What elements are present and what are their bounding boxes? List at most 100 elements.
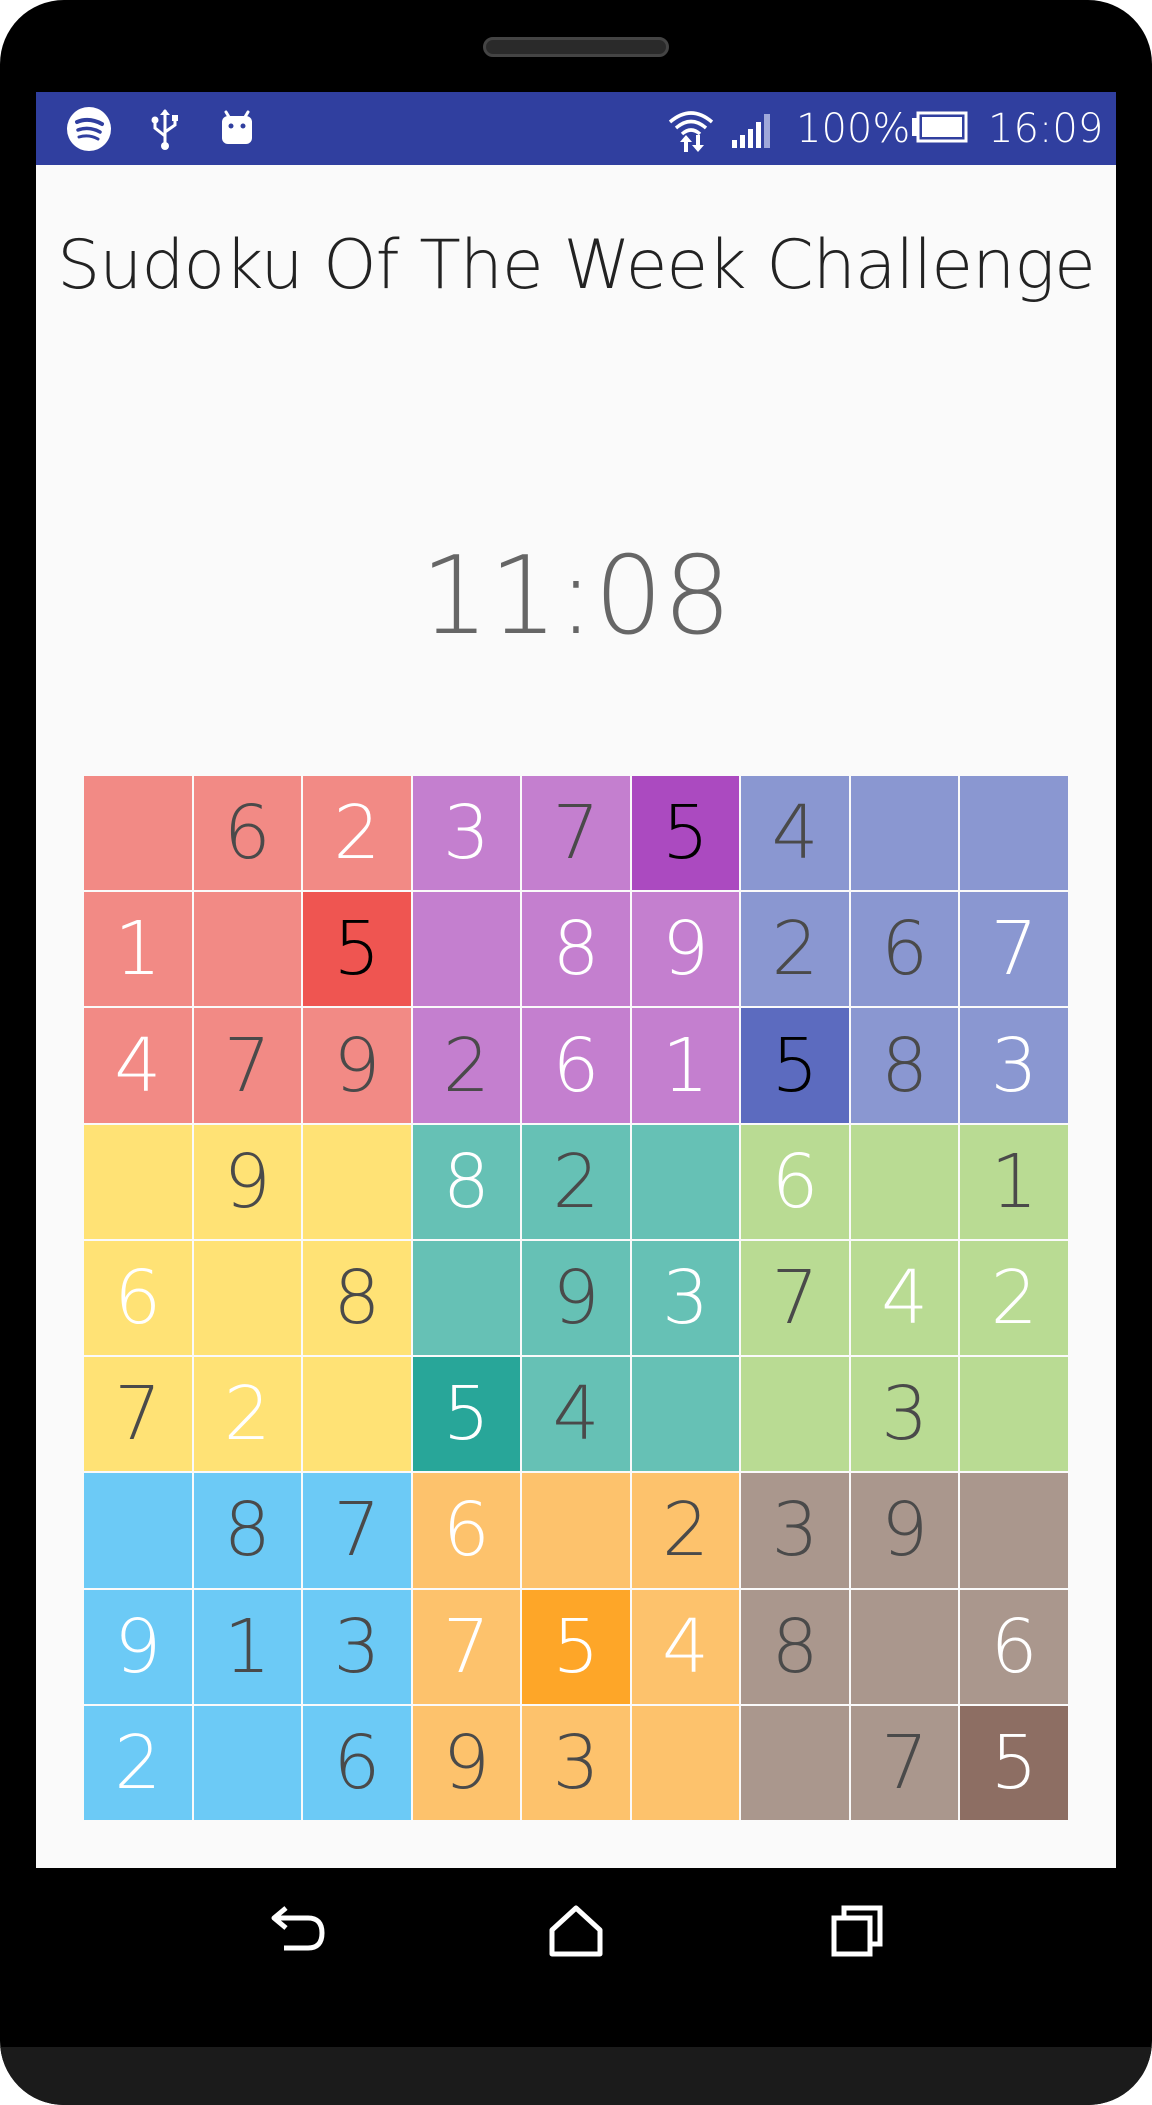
- sudoku-cell-r6-c7[interactable]: [741, 1357, 849, 1472]
- sudoku-cell-r8-c7[interactable]: 8: [741, 1589, 849, 1704]
- sudoku-cell-r2-c9[interactable]: 7: [960, 892, 1068, 1007]
- sudoku-cell-r9-c5[interactable]: 3: [522, 1705, 630, 1820]
- sudoku-cell-r4-c4[interactable]: 8: [412, 1124, 521, 1239]
- sudoku-cell-r9-c8[interactable]: 7: [850, 1705, 959, 1820]
- sudoku-cell-r5-c9[interactable]: 2: [960, 1240, 1068, 1356]
- clock: 16:09: [988, 106, 1104, 152]
- sudoku-cell-r4-c5[interactable]: 2: [522, 1124, 630, 1239]
- home-icon[interactable]: [536, 1892, 616, 1972]
- sudoku-cell-r2-c1[interactable]: 1: [84, 892, 192, 1007]
- sudoku-cell-r6-c4[interactable]: 5: [412, 1357, 521, 1472]
- sudoku-cell-r2-c4[interactable]: [412, 892, 521, 1007]
- sudoku-cell-r7-c1[interactable]: [84, 1473, 192, 1588]
- sudoku-cell-r7-c7[interactable]: 3: [741, 1473, 849, 1588]
- sudoku-cell-r2-c5[interactable]: 8: [522, 892, 630, 1007]
- sudoku-board: 6237541589267479261583982616893742725438…: [84, 776, 1068, 1820]
- sudoku-cell-r5-c7[interactable]: 7: [741, 1240, 849, 1356]
- sudoku-cell-r1-c9[interactable]: [960, 776, 1068, 891]
- sudoku-cell-r8-c8[interactable]: [850, 1589, 959, 1704]
- sudoku-cell-r1-c3[interactable]: 2: [303, 776, 411, 891]
- sudoku-cell-r2-c6[interactable]: 9: [631, 892, 740, 1007]
- sudoku-cell-r5-c4[interactable]: [412, 1240, 521, 1356]
- sudoku-cell-r3-c1[interactable]: 4: [84, 1008, 192, 1123]
- sudoku-cell-r6-c9[interactable]: [960, 1357, 1068, 1472]
- sudoku-cell-r2-c7[interactable]: 2: [741, 892, 849, 1007]
- sudoku-cell-r6-c3[interactable]: [303, 1357, 411, 1472]
- phone-chin: [0, 2047, 1152, 2105]
- sudoku-cell-r5-c6[interactable]: 3: [631, 1240, 740, 1356]
- sudoku-cell-r8-c1[interactable]: 9: [84, 1589, 192, 1704]
- phone-frame: 100% 16:09 Sudoku Of The Week Challenge …: [0, 0, 1152, 2105]
- sudoku-cell-r9-c2[interactable]: [193, 1705, 302, 1820]
- sudoku-cell-r9-c4[interactable]: 9: [412, 1705, 521, 1820]
- spotify-icon: [67, 107, 111, 151]
- sudoku-cell-r9-c7[interactable]: [741, 1705, 849, 1820]
- sudoku-cell-r4-c1[interactable]: [84, 1124, 192, 1239]
- sudoku-cell-r1-c2[interactable]: 6: [193, 776, 302, 891]
- sudoku-cell-r9-c3[interactable]: 6: [303, 1705, 411, 1820]
- sudoku-cell-r3-c6[interactable]: 1: [631, 1008, 740, 1123]
- recents-icon[interactable]: [816, 1892, 896, 1972]
- sudoku-cell-r6-c1[interactable]: 7: [84, 1357, 192, 1472]
- sudoku-cell-r8-c4[interactable]: 7: [412, 1589, 521, 1704]
- sudoku-cell-r8-c2[interactable]: 1: [193, 1589, 302, 1704]
- sudoku-cell-r5-c5[interactable]: 9: [522, 1240, 630, 1356]
- sudoku-cell-r9-c9[interactable]: 5: [960, 1705, 1068, 1820]
- sudoku-cell-r7-c9[interactable]: [960, 1473, 1068, 1588]
- sudoku-cell-r4-c2[interactable]: 9: [193, 1124, 302, 1239]
- sudoku-cell-r7-c6[interactable]: 2: [631, 1473, 740, 1588]
- android-icon: [222, 110, 252, 144]
- sudoku-cell-r7-c3[interactable]: 7: [303, 1473, 411, 1588]
- page-title-text: Sudoku Of The Week Challenge: [57, 226, 1096, 305]
- sudoku-cell-r6-c8[interactable]: 3: [850, 1357, 959, 1472]
- sudoku-cell-r8-c9[interactable]: 6: [960, 1589, 1068, 1704]
- back-icon[interactable]: [256, 1892, 336, 1972]
- sudoku-cell-r3-c5[interactable]: 6: [522, 1008, 630, 1123]
- sudoku-cell-r6-c2[interactable]: 2: [193, 1357, 302, 1472]
- sudoku-cell-r4-c6[interactable]: [631, 1124, 740, 1239]
- sudoku-cell-r4-c9[interactable]: 1: [960, 1124, 1068, 1239]
- sudoku-cell-r2-c2[interactable]: [193, 892, 302, 1007]
- earpiece-speaker: [483, 37, 669, 57]
- sudoku-cell-r3-c2[interactable]: 7: [193, 1008, 302, 1123]
- sudoku-cell-r4-c3[interactable]: [303, 1124, 411, 1239]
- usb-icon: [151, 109, 178, 150]
- battery-percent: 100%: [796, 106, 911, 152]
- sudoku-cell-r5-c3[interactable]: 8: [303, 1240, 411, 1356]
- sudoku-cell-r1-c8[interactable]: [850, 776, 959, 891]
- sudoku-cell-r7-c2[interactable]: 8: [193, 1473, 302, 1588]
- sudoku-cell-r7-c5[interactable]: [522, 1473, 630, 1588]
- sudoku-cell-r1-c4[interactable]: 3: [412, 776, 521, 891]
- sudoku-cell-r7-c8[interactable]: 9: [850, 1473, 959, 1588]
- screen: 100% 16:09 Sudoku Of The Week Challenge …: [36, 92, 1116, 1868]
- sudoku-cell-r4-c7[interactable]: 6: [741, 1124, 849, 1239]
- sudoku-cell-r5-c1[interactable]: 6: [84, 1240, 192, 1356]
- sudoku-cell-r8-c6[interactable]: 4: [631, 1589, 740, 1704]
- status-bar: 100% 16:09: [36, 92, 1116, 165]
- page-title: Sudoku Of The Week Challenge: [36, 222, 1116, 310]
- sudoku-cell-r2-c3[interactable]: 5: [303, 892, 411, 1007]
- sudoku-cell-r6-c6[interactable]: [631, 1357, 740, 1472]
- sudoku-cell-r5-c2[interactable]: [193, 1240, 302, 1356]
- sudoku-cell-r3-c9[interactable]: 3: [960, 1008, 1068, 1123]
- sudoku-cell-r2-c8[interactable]: 6: [850, 892, 959, 1007]
- wifi-icon: [668, 111, 714, 152]
- signal-icon: [732, 114, 770, 148]
- sudoku-cell-r1-c1[interactable]: [84, 776, 192, 891]
- sudoku-cell-r8-c3[interactable]: 3: [303, 1589, 411, 1704]
- sudoku-cell-r6-c5[interactable]: 4: [522, 1357, 630, 1472]
- sudoku-cell-r3-c8[interactable]: 8: [850, 1008, 959, 1123]
- sudoku-cell-r1-c7[interactable]: 4: [741, 776, 849, 891]
- sudoku-cell-r3-c4[interactable]: 2: [412, 1008, 521, 1123]
- battery-icon: [912, 111, 968, 143]
- sudoku-cell-r1-c5[interactable]: 7: [522, 776, 630, 891]
- sudoku-cell-r1-c6[interactable]: 5: [631, 776, 740, 891]
- sudoku-cell-r7-c4[interactable]: 6: [412, 1473, 521, 1588]
- sudoku-cell-r8-c5[interactable]: 5: [522, 1589, 630, 1704]
- sudoku-cell-r5-c8[interactable]: 4: [850, 1240, 959, 1356]
- sudoku-cell-r9-c1[interactable]: 2: [84, 1705, 192, 1820]
- sudoku-cell-r3-c7[interactable]: 5: [741, 1008, 849, 1123]
- sudoku-cell-r9-c6[interactable]: [631, 1705, 740, 1820]
- sudoku-cell-r3-c3[interactable]: 9: [303, 1008, 411, 1123]
- sudoku-cell-r4-c8[interactable]: [850, 1124, 959, 1239]
